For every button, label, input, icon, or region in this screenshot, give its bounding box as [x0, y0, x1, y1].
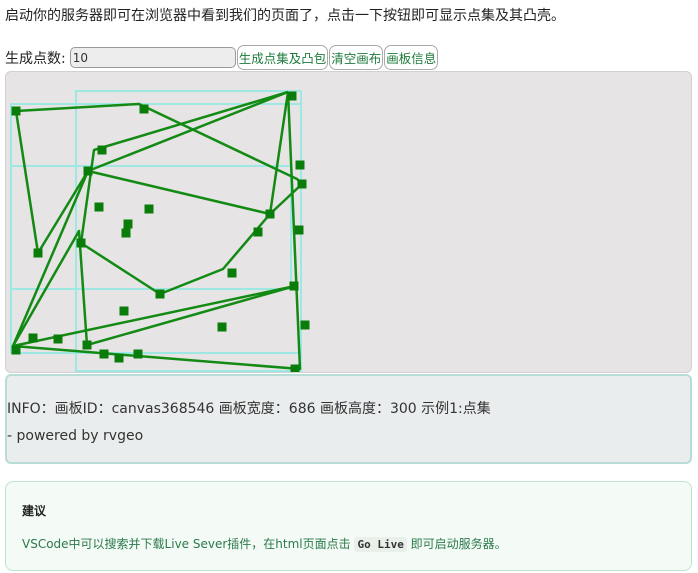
- point-marker: [217, 322, 227, 332]
- point-marker: [289, 281, 299, 291]
- point-count-label: 生成点数:: [5, 50, 66, 67]
- point-marker: [290, 364, 300, 372]
- canvas-info-button[interactable]: 画板信息: [384, 45, 439, 70]
- tip-body: VSCode中可以搜索并下载Live Sever插件，在html页面点击 Go …: [22, 535, 691, 552]
- point-marker: [227, 268, 237, 278]
- point-marker: [133, 349, 143, 359]
- drawing-canvas[interactable]: [5, 71, 692, 373]
- point-marker: [121, 228, 131, 238]
- tip-text-after: 即可启动服务器。: [410, 537, 507, 551]
- controls-bar: 生成点数: 生成点集及凸包 清空画布 画板信息: [5, 45, 439, 70]
- info-panel: INFO：画板ID：canvas368546 画板宽度：686 画板高度：300…: [5, 374, 692, 464]
- point-marker: [297, 179, 307, 189]
- point-marker: [119, 306, 129, 316]
- point-marker: [53, 334, 63, 344]
- info-line: INFO：画板ID：canvas368546 画板宽度：686 画板高度：300…: [7, 401, 491, 417]
- point-marker: [139, 104, 149, 114]
- point-marker: [11, 345, 21, 355]
- point-marker: [114, 353, 124, 363]
- canvas-drawing: [10, 90, 310, 372]
- point-marker: [99, 349, 109, 359]
- point-marker: [94, 202, 104, 212]
- point-marker: [11, 106, 21, 116]
- clear-canvas-button[interactable]: 清空画布: [329, 45, 384, 70]
- point-marker: [265, 209, 275, 219]
- tip-text-before: VSCode中可以搜索并下载Live Sever插件，在html页面点击: [22, 537, 351, 551]
- point-marker: [83, 166, 93, 176]
- point-marker: [97, 145, 107, 155]
- point-marker: [295, 160, 305, 170]
- point-marker: [123, 219, 133, 229]
- generate-hull-button[interactable]: 生成点集及凸包: [236, 45, 329, 70]
- point-marker: [144, 204, 154, 214]
- point-marker: [300, 320, 310, 330]
- intro-text: 启动你的服务器即可在浏览器中看到我们的页面了，点击一下按钮即可显示点集及其凸壳。: [5, 8, 565, 24]
- point-marker: [155, 289, 165, 299]
- point-marker: [82, 340, 92, 350]
- go-live-code: Go Live: [354, 537, 407, 552]
- point-count-input[interactable]: [69, 47, 236, 68]
- point-marker: [76, 238, 86, 248]
- powered-by-line: - powered by rvgeo: [7, 428, 144, 444]
- point-marker: [287, 91, 297, 101]
- point-marker: [33, 248, 43, 258]
- point-marker: [28, 333, 38, 343]
- tip-panel: 建议 VSCode中可以搜索并下载Live Sever插件，在html页面点击 …: [5, 481, 692, 571]
- point-marker: [253, 227, 263, 237]
- tip-title: 建议: [22, 504, 47, 518]
- point-marker: [294, 225, 304, 235]
- bounding-box: [75, 90, 302, 372]
